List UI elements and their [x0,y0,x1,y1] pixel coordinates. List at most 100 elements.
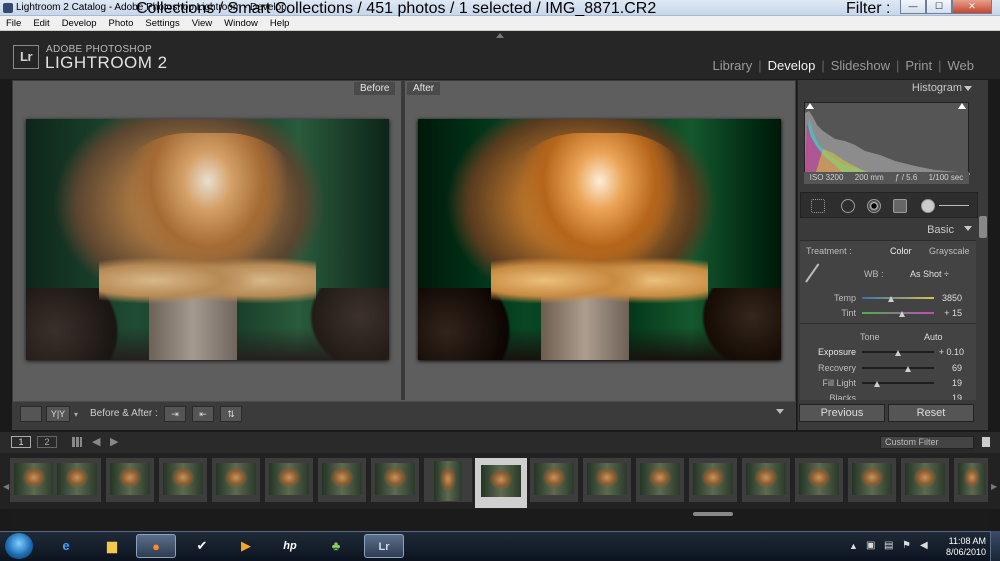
crop-icon[interactable] [811,199,825,213]
module-print[interactable]: Print [905,58,932,73]
brush-slider[interactable] [939,205,969,206]
file-explorer-icon[interactable]: ▆ [92,534,132,558]
filmstrip-thumb[interactable] [53,458,101,502]
system-clock[interactable]: 11:08 AM 8/06/2010 [946,536,986,558]
recovery-slider[interactable] [862,367,934,369]
shadow-clipping-icon[interactable] [806,103,814,109]
copy-after-to-before-button[interactable]: ⇥ [164,406,186,422]
blacks-value[interactable]: 19 [936,392,962,400]
menu-file[interactable]: File [0,16,27,30]
previous-button[interactable]: Previous [799,404,885,422]
primary-window-button[interactable]: 1 [11,436,31,448]
menu-edit[interactable]: Edit [27,16,55,30]
graduated-filter-icon[interactable] [893,199,907,213]
filmstrip-thumb[interactable] [583,458,631,502]
filmstrip-thumb[interactable] [636,458,684,502]
filmstrip-thumb[interactable] [954,458,988,502]
toolbar-menu-icon[interactable] [776,409,784,414]
filmstrip-thumb[interactable] [848,458,896,502]
tray-network-icon[interactable]: ▤ [884,540,893,551]
filmstrip-thumb[interactable] [10,458,58,502]
filmstrip-left-arrow-icon[interactable]: ◀ [3,482,9,491]
copy-before-to-after-button[interactable]: ⇤ [192,406,214,422]
reset-button[interactable]: Reset [888,404,974,422]
media-player-icon[interactable]: ▶ [226,534,266,558]
users-app-icon[interactable]: ♣ [316,534,356,558]
module-library[interactable]: Library [712,58,752,73]
forward-arrow-icon[interactable]: ▶ [110,435,118,448]
basic-collapse-icon[interactable] [964,226,972,231]
treatment-color-option[interactable]: Color [890,245,912,257]
close-button[interactable]: ✕ [952,0,992,14]
spot-removal-icon[interactable] [841,199,855,213]
exposure-slider-knob[interactable] [895,350,901,356]
right-panel-scrollbar[interactable] [978,96,988,430]
filter-dropdown[interactable]: Custom Filter [880,436,974,449]
tint-slider[interactable] [862,312,934,314]
filmstrip-scrollbar[interactable] [12,509,988,531]
start-button[interactable] [5,533,33,559]
filmstrip-thumb[interactable] [265,458,313,502]
filmstrip-thumb[interactable] [159,458,207,502]
menu-develop[interactable]: Develop [56,16,103,30]
adjustment-brush-icon[interactable] [921,199,935,213]
tint-slider-knob[interactable] [899,311,905,317]
filmstrip-thumb[interactable] [530,458,578,502]
minimize-button[interactable]: — [900,0,926,14]
module-develop[interactable]: Develop [768,58,816,73]
show-desktop-button[interactable] [990,531,1000,561]
basic-panel-header[interactable]: Basic [797,222,978,238]
mode-dropdown-icon[interactable]: ▾ [74,410,78,419]
secondary-window-button[interactable]: 2 [37,436,57,448]
treatment-grayscale-option[interactable]: Grayscale [929,245,970,257]
tray-flag-icon[interactable]: ⚑ [902,540,911,551]
filmstrip-thumb[interactable] [371,458,419,502]
filmstrip-thumb[interactable] [689,458,737,502]
tint-value[interactable]: + 15 [936,307,962,319]
menu-photo[interactable]: Photo [103,16,140,30]
temp-slider[interactable] [862,297,934,299]
filmstrip-thumb-selected[interactable] [475,458,527,508]
fill-light-slider-knob[interactable] [874,381,880,387]
menu-settings[interactable]: Settings [139,16,185,30]
filmstrip-scroll-thumb[interactable] [693,512,733,516]
collapse-top-arrow-icon[interactable] [496,33,504,38]
menu-help[interactable]: Help [264,16,296,30]
firefox-icon[interactable]: ● [136,534,176,558]
filmstrip-thumb[interactable] [901,458,949,502]
exposure-value[interactable]: + 0.10 [930,346,964,358]
module-slideshow[interactable]: Slideshow [831,58,890,73]
hp-icon[interactable]: hp [270,534,310,558]
fill-light-slider[interactable] [862,382,934,384]
menu-view[interactable]: View [186,16,218,30]
histogram-header[interactable]: Histogram [798,80,988,96]
recovery-slider-knob[interactable] [905,366,911,372]
checklist-app-icon[interactable]: ✔ [182,534,222,558]
highlight-clipping-icon[interactable] [958,103,966,109]
internet-explorer-icon[interactable]: e [46,534,86,558]
swap-before-after-button[interactable]: ⇅ [220,406,242,422]
auto-tone-button[interactable]: Auto [924,331,943,343]
filmstrip-thumb[interactable] [424,458,472,502]
lightroom-taskbar-icon[interactable]: Lr [364,534,404,558]
loupe-view-button[interactable] [20,406,42,422]
tray-volume-icon[interactable]: ◀ [920,540,928,551]
filmstrip-thumb[interactable] [212,458,260,502]
wb-preset-dropdown[interactable]: As Shot ÷ [910,268,949,280]
maximize-button[interactable]: ☐ [926,0,952,14]
histogram-collapse-icon[interactable] [964,86,972,91]
module-web[interactable]: Web [948,58,975,73]
filmstrip-thumb[interactable] [795,458,843,502]
filmstrip-thumb[interactable] [318,458,366,502]
filter-lock-icon[interactable] [982,437,990,447]
tray-device-icon[interactable]: ▣ [866,540,875,551]
fill-light-value[interactable]: 19 [936,377,962,389]
scrollbar-thumb[interactable] [979,216,987,238]
filmstrip-right-arrow-icon[interactable]: ▶ [991,482,997,491]
recovery-value[interactable]: 69 [936,362,962,374]
menu-window[interactable]: Window [218,16,264,30]
temp-value[interactable]: 3850 [936,292,962,304]
before-after-mode-button[interactable]: Y|Y [46,406,70,422]
grid-view-icon[interactable] [72,437,82,447]
temp-slider-knob[interactable] [888,296,894,302]
